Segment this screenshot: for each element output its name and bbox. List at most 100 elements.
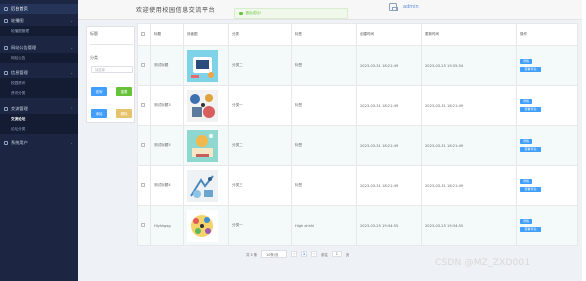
detail-button[interactable]: 详情 xyxy=(520,99,532,104)
page-title: 欢迎使用校园信息交流平台 xyxy=(136,7,216,14)
updated-cell: 2023-03-25 19:34:55 xyxy=(421,205,517,246)
sidebar-item-info[interactable]: 信息管理 ⌄ xyxy=(0,68,78,78)
action-cell: 详情 查看评论 xyxy=(516,165,578,206)
sidebar-subitem-news[interactable]: 校园资讯 xyxy=(0,78,78,88)
cover-cell xyxy=(183,45,229,86)
sidebar-subitem-notice[interactable]: 网站公告 xyxy=(0,53,78,63)
home-icon xyxy=(4,7,8,11)
tag-cell: 标签 xyxy=(291,165,357,206)
category-label: 分类 xyxy=(90,55,98,60)
category-cell: 分类二 xyxy=(228,45,292,86)
total-count: 共 5 条 xyxy=(246,252,258,257)
prev-page-button[interactable]: ‹ xyxy=(291,251,298,257)
column-header: 操作 xyxy=(516,23,578,46)
sidebar-subitem-forum-category[interactable]: 论坛分类 xyxy=(0,124,78,134)
detail-button[interactable]: 详情 xyxy=(520,219,532,224)
sidebar-item-notice[interactable]: 网站公告管理 ⌄ xyxy=(0,43,78,53)
tag-cell: 标签 xyxy=(291,45,357,86)
goto-page-input[interactable]: 1 xyxy=(331,251,342,257)
cover-image xyxy=(187,129,218,162)
column-header[interactable]: 更新时间 xyxy=(421,23,517,46)
delete-button[interactable]: 删除 xyxy=(116,109,132,118)
cover-image xyxy=(187,49,218,82)
cover-cell xyxy=(183,125,229,166)
action-cell: 详情 查看评论 xyxy=(516,85,578,126)
category-select[interactable]: 请选择 xyxy=(91,66,133,73)
row-checkbox[interactable] xyxy=(141,143,145,147)
cover-image xyxy=(187,209,218,242)
comment-button[interactable]: 查看评论 xyxy=(520,67,541,72)
sidebar-subitem-carousel[interactable]: 轮播图管理 xyxy=(0,26,78,36)
category-cell: 分类一 xyxy=(228,205,292,246)
reset-button[interactable]: 重置 xyxy=(116,87,132,96)
row-checkbox[interactable] xyxy=(141,223,145,227)
forum-icon xyxy=(4,107,8,111)
user-icon xyxy=(4,141,8,145)
next-page-button[interactable]: › xyxy=(311,251,318,257)
table-row[interactable]: 测试标题4 分类三 标签 2023-03-31 18:21:49 2023-03… xyxy=(137,165,578,206)
chevron-down-icon: ⌄ xyxy=(70,46,73,50)
column-header[interactable]: 创建时间 xyxy=(356,23,422,46)
sidebar-item-forum-manage[interactable]: 交流管理 ⌃ xyxy=(0,104,78,114)
main-area: 欢迎使用校园信息交流平台 退出成功! admin 标题 分类 请选择 查询 重置… xyxy=(78,0,582,281)
header: 欢迎使用校园信息交流平台 退出成功! admin xyxy=(78,0,582,20)
sidebar-item-home[interactable]: 后台首页 xyxy=(0,4,78,14)
add-button[interactable]: 添加 xyxy=(91,109,107,118)
chevron-down-icon: ⌄ xyxy=(70,19,73,23)
title-cell: 测试标题3 xyxy=(150,85,184,126)
chevron-down-icon: ⌄ xyxy=(70,141,73,145)
comment-button[interactable]: 查看评论 xyxy=(520,187,541,192)
sidebar-subitem-forum[interactable]: 交流论坛 xyxy=(0,114,78,124)
row-checkbox[interactable] xyxy=(141,63,145,67)
select-all-checkbox[interactable] xyxy=(141,32,145,36)
sidebar-item-label: 系统用户 xyxy=(11,140,28,145)
updated-cell: 2023-03-31 18:21:49 xyxy=(421,165,517,206)
created-cell: 2023-03-31 18:21:49 xyxy=(356,165,422,206)
row-checkbox[interactable] xyxy=(141,183,145,187)
info-icon xyxy=(4,71,8,75)
cover-cell xyxy=(183,165,229,206)
sidebar-subitem-news-category[interactable]: 资讯分类 xyxy=(0,88,78,98)
detail-button[interactable]: 详情 xyxy=(520,139,532,144)
column-header[interactable]: 标题 xyxy=(150,23,184,46)
detail-button[interactable]: 详情 xyxy=(520,179,532,184)
sidebar-item-label: 网站公告管理 xyxy=(11,45,37,50)
toast-message: 退出成功! xyxy=(234,8,348,19)
table-row[interactable]: 测试标题5 分类二 标签 2023-03-31 18:21:49 2023-03… xyxy=(137,125,578,166)
page-suffix-label: 页 xyxy=(345,252,350,257)
goto-label: 前往 xyxy=(321,252,328,257)
select-all-cell[interactable] xyxy=(137,23,151,46)
created-cell: 2023-03-25 19:34:55 xyxy=(356,205,422,246)
forum-table: 标题 封面图 分类 标签 创建时间 更新时间 操作 测试标题 分类二 标签 20… xyxy=(137,23,578,246)
updated-cell: 2023-03-31 18:21:49 xyxy=(421,125,517,166)
page-size-select[interactable]: 10条/页 xyxy=(261,250,288,258)
detail-button[interactable]: 详情 xyxy=(520,59,532,64)
updated-cell: 2023-03-31 18:21:49 xyxy=(421,85,517,126)
column-header[interactable]: 标签 xyxy=(291,23,357,46)
sidebar-item-users[interactable]: 系统用户 ⌄ xyxy=(0,138,78,148)
comment-button[interactable]: 查看评论 xyxy=(520,107,541,112)
cover-cell xyxy=(183,205,229,246)
username: admin xyxy=(403,4,419,10)
query-button[interactable]: 查询 xyxy=(91,87,107,96)
table-row[interactable]: Hiyhkgsg 分类一 High zhhhl 2023-03-25 19:34… xyxy=(137,205,578,246)
comment-button[interactable]: 查看评论 xyxy=(520,147,541,152)
user-menu[interactable]: admin xyxy=(389,3,419,11)
tag-cell: 标签 xyxy=(291,125,357,166)
page-number[interactable]: 1 xyxy=(301,251,308,257)
category-cell: 分类二 xyxy=(228,125,292,166)
table-row[interactable]: 测试标题 分类二 标签 2023-03-31 18:21:49 2023-03-… xyxy=(137,45,578,86)
column-header[interactable]: 分类 xyxy=(228,23,292,46)
sidebar-item-label: 后台首页 xyxy=(11,6,28,11)
action-cell: 详情 查看评论 xyxy=(516,205,578,246)
sidebar: 后台首页 轮播图 ⌄ 轮播图管理 网站公告管理 ⌄ 网站公告 信息管理 ⌄ 校园… xyxy=(0,0,78,281)
sidebar-item-carousel[interactable]: 轮播图 ⌄ xyxy=(0,16,78,26)
title-cell: 测试标题4 xyxy=(150,165,184,206)
table-row[interactable]: 测试标题3 分类一 标签 2023-03-31 18:21:49 2023-03… xyxy=(137,85,578,126)
table-header-row: 标题 封面图 分类 标签 创建时间 更新时间 操作 xyxy=(137,23,578,46)
row-checkbox[interactable] xyxy=(141,103,145,107)
cover-image xyxy=(187,89,218,122)
filter-panel: 标题 分类 请选择 查询 重置 添加 删除 xyxy=(86,26,135,123)
comment-button[interactable]: 查看评论 xyxy=(520,227,541,232)
title-input[interactable] xyxy=(90,38,133,45)
